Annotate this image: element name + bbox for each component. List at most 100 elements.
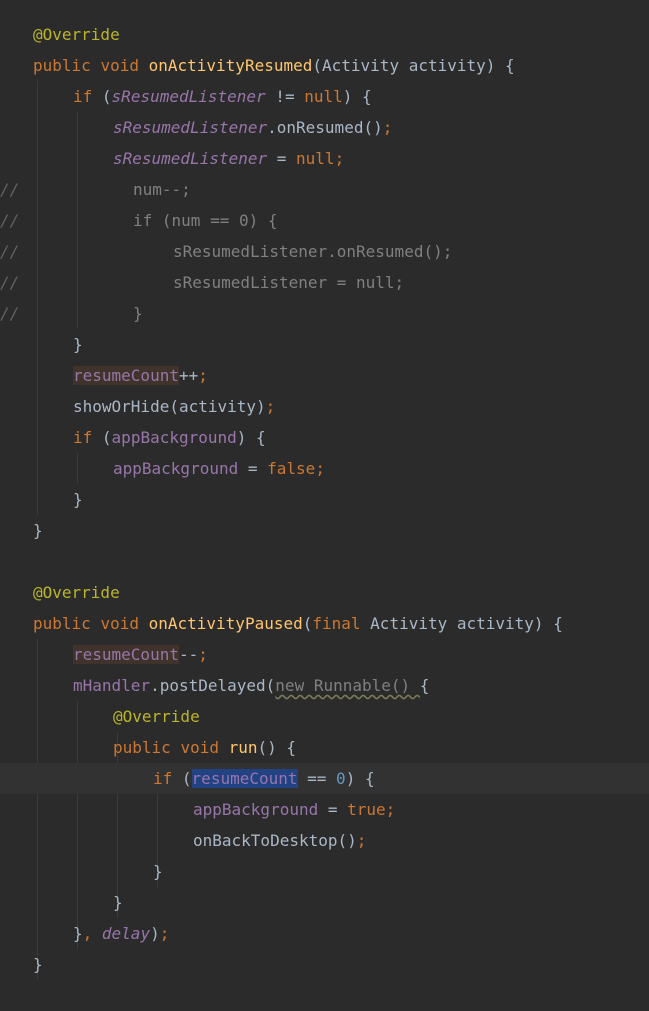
code-token: null xyxy=(304,87,343,106)
code-text: showOrHide(activity); xyxy=(73,391,275,422)
code-line[interactable]: showOrHide(activity); xyxy=(0,391,649,422)
code-line[interactable]: } xyxy=(0,856,649,887)
line-comment-marker: // xyxy=(0,180,20,199)
code-line[interactable]: } xyxy=(0,484,649,515)
code-line[interactable]: } xyxy=(0,329,649,360)
code-text: mHandler.postDelayed(new Runnable() { xyxy=(73,670,429,701)
code-token: = xyxy=(318,800,348,819)
code-line[interactable]: public void onActivityResumed(Activity a… xyxy=(0,50,649,81)
code-token: void xyxy=(100,56,149,75)
code-line[interactable]: appBackground = true; xyxy=(0,794,649,825)
code-token: false xyxy=(267,459,316,478)
code-token: final xyxy=(312,614,371,633)
code-token: } xyxy=(133,304,143,323)
code-token: resumeCount xyxy=(73,645,179,664)
code-text: appBackground = false; xyxy=(113,453,325,484)
code-token: } xyxy=(33,955,43,974)
code-token: ; xyxy=(315,459,325,478)
code-token: ; xyxy=(385,800,396,819)
code-token: ) { xyxy=(345,769,375,788)
code-line[interactable]: // sResumedListener = null; xyxy=(0,267,649,298)
code-token: sResumedListener = null; xyxy=(173,273,405,292)
code-token: } xyxy=(113,893,123,912)
code-token: ) { xyxy=(342,87,372,106)
code-token: run xyxy=(228,738,258,757)
code-token: num--; xyxy=(133,180,191,199)
code-token: { xyxy=(419,676,430,695)
code-token: if xyxy=(73,87,102,106)
code-token: void xyxy=(180,738,229,757)
code-token: sResumedListener xyxy=(113,118,268,137)
code-line[interactable]: appBackground = false; xyxy=(0,453,649,484)
code-line[interactable]: //} xyxy=(0,298,649,329)
code-token: == xyxy=(297,769,337,788)
code-line[interactable]: if (appBackground) { xyxy=(0,422,649,453)
code-line[interactable]: @Override xyxy=(0,577,649,608)
code-token: -- xyxy=(178,645,199,664)
code-line[interactable]: resumeCount--; xyxy=(0,639,649,670)
code-text: @Override xyxy=(113,701,200,732)
code-line[interactable]: // if (num == 0) { xyxy=(0,205,649,236)
code-token: = xyxy=(238,459,268,478)
code-token: public xyxy=(33,56,101,75)
code-token: ( xyxy=(181,769,192,788)
code-token: appBackground xyxy=(113,459,239,478)
code-token: .onResumed() xyxy=(267,118,383,137)
code-token: onActivityPaused xyxy=(148,614,303,633)
current-code-line[interactable]: if (resumeCount == 0) { xyxy=(0,763,649,794)
code-token: } xyxy=(73,335,83,354)
code-line[interactable]: } xyxy=(0,515,649,546)
code-line[interactable]: mHandler.postDelayed(new Runnable() { xyxy=(0,670,649,701)
code-token: ; xyxy=(159,924,170,943)
code-line[interactable]: resumeCount++; xyxy=(0,360,649,391)
code-text: sResumedListener = null; xyxy=(113,143,344,174)
code-token: if xyxy=(153,769,182,788)
code-line[interactable]: sResumedListener = null; xyxy=(0,143,649,174)
code-token: void xyxy=(100,614,149,633)
code-token: () { xyxy=(257,738,297,757)
code-line[interactable] xyxy=(0,546,649,577)
code-text: public void run() { xyxy=(113,732,296,763)
code-token: ; xyxy=(198,366,208,385)
code-text: public void onActivityResumed(Activity a… xyxy=(33,50,515,81)
code-token: @Override xyxy=(113,707,200,726)
code-token: public xyxy=(33,614,101,633)
code-text: @Override xyxy=(33,19,120,50)
code-line[interactable]: } xyxy=(0,887,649,918)
code-token: 0 xyxy=(336,769,346,788)
code-line[interactable]: @Override xyxy=(0,19,649,50)
code-token: } xyxy=(73,924,83,943)
code-token: Activity activity) { xyxy=(370,614,563,633)
code-text: if (sResumedListener != null) { xyxy=(73,81,372,112)
code-text: onBackToDesktop(); xyxy=(193,825,366,856)
selected-identifier: resumeCount xyxy=(191,769,298,788)
code-editor[interactable]: @Override public void onActivityResumed(A… xyxy=(0,0,649,1011)
code-line[interactable]: public void onActivityPaused(final Activ… xyxy=(0,608,649,639)
code-token: if (num == 0) { xyxy=(133,211,278,230)
code-token: .postDelayed( xyxy=(150,676,276,695)
code-line[interactable]: // num--; xyxy=(0,174,649,205)
code-text: resumeCount++; xyxy=(73,360,208,391)
code-line[interactable]: if (sResumedListener != null) { xyxy=(0,81,649,112)
code-line[interactable]: }, delay); xyxy=(0,918,649,949)
code-line[interactable]: // sResumedListener.onResumed(); xyxy=(0,236,649,267)
code-token: sResumedListener xyxy=(111,87,266,106)
code-text: if (appBackground) { xyxy=(73,422,266,453)
code-text: if (num == 0) { xyxy=(133,205,278,236)
code-token: ; xyxy=(334,149,345,168)
code-token: resumeCount xyxy=(73,366,179,385)
code-line[interactable]: } xyxy=(0,949,649,980)
code-text: } xyxy=(73,484,83,515)
code-token: = xyxy=(267,149,297,168)
code-line[interactable]: public void run() { xyxy=(0,732,649,763)
code-token: showOrHide(activity) xyxy=(73,397,266,416)
code-token: null xyxy=(296,149,335,168)
line-comment-marker: // xyxy=(0,211,20,230)
code-line[interactable]: onBackToDesktop(); xyxy=(0,825,649,856)
code-line[interactable]: @Override xyxy=(0,701,649,732)
code-token: appBackground xyxy=(193,800,319,819)
code-token: public xyxy=(113,738,181,757)
code-token: ; xyxy=(382,118,393,137)
code-line[interactable]: sResumedListener.onResumed(); xyxy=(0,112,649,143)
code-text: } xyxy=(73,329,83,360)
